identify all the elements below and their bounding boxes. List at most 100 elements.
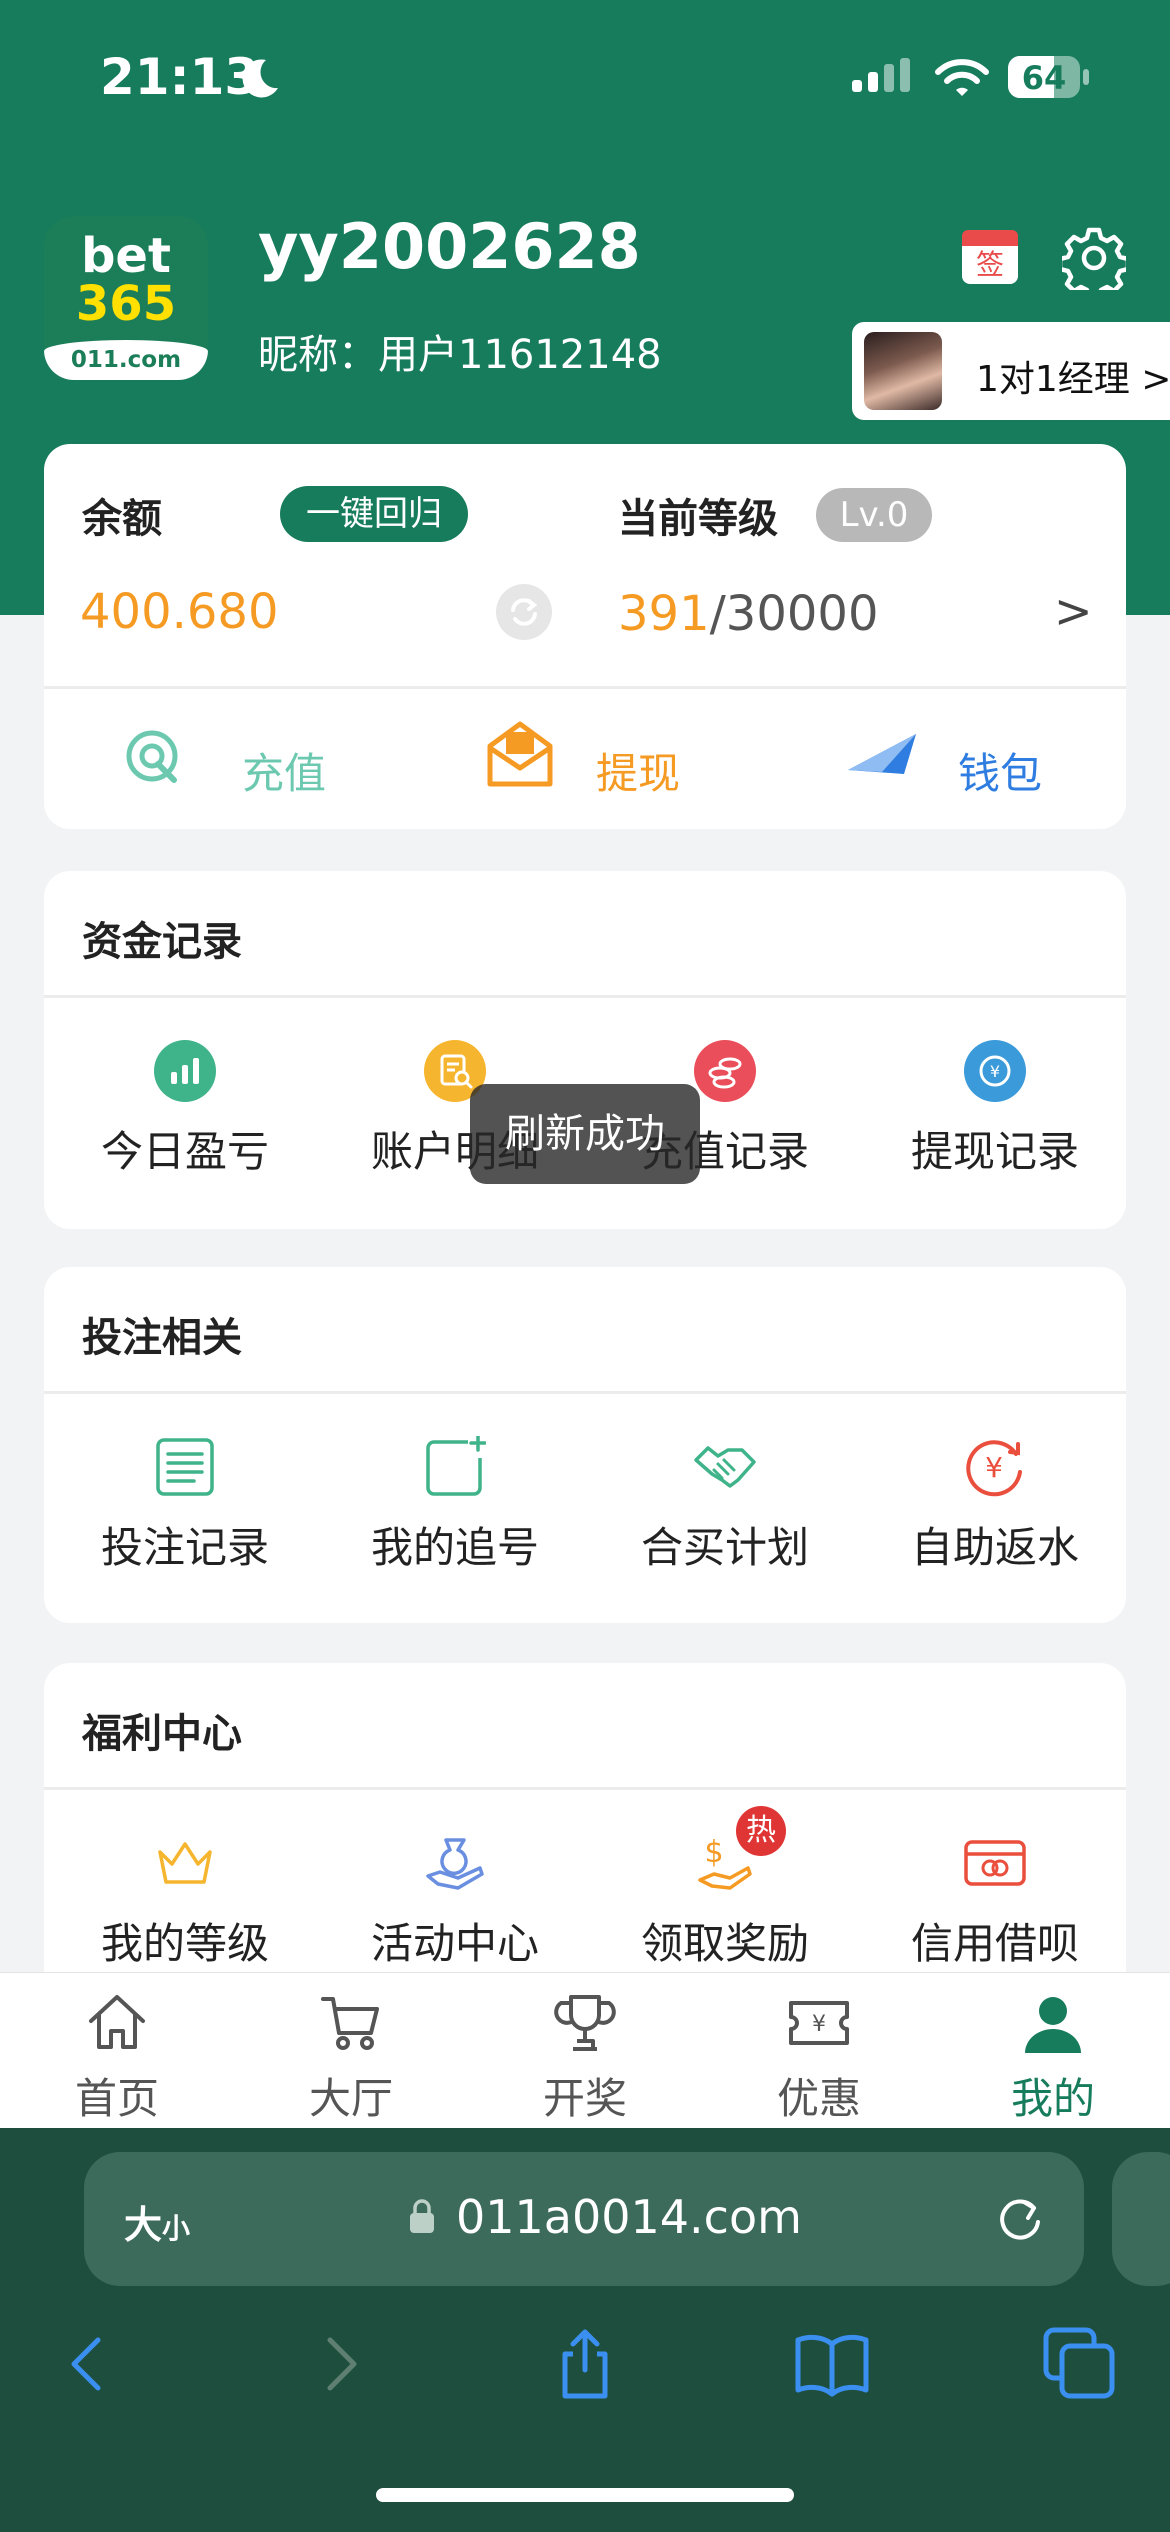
- moon-icon: [242, 59, 278, 98]
- yuan-cycle-icon: ¥: [964, 1040, 1026, 1102]
- item-label: 今日盈亏: [100, 1127, 269, 1176]
- withdraw-label: 提现: [596, 749, 681, 798]
- sign-in-calendar-icon[interactable]: 签: [960, 226, 1020, 286]
- item-label: 信用借呗: [910, 1919, 1079, 1968]
- handshake-icon: [694, 1446, 756, 1488]
- text-size-small: 小: [162, 2212, 191, 2245]
- item-label: 我的追号: [370, 1523, 539, 1572]
- tab-lobby[interactable]: 大厅: [234, 1973, 468, 2129]
- forward-icon[interactable]: [300, 2324, 380, 2404]
- list-icon: [156, 1438, 214, 1496]
- tab-home[interactable]: 首页: [0, 1973, 234, 2129]
- battery-indicator: 64: [1008, 56, 1090, 98]
- item-label: 提现记录: [910, 1127, 1079, 1176]
- activity-center-item[interactable]: 活动中心: [320, 1832, 590, 1992]
- url-text: 011a0014.com: [456, 2190, 802, 2244]
- home-icon: [89, 1995, 145, 2049]
- tab-label: 我的: [1010, 2074, 1095, 2123]
- withdraw-envelope-icon: [487, 721, 553, 787]
- manager-label: 1对1经理 >: [976, 359, 1170, 400]
- section-title: 资金记录: [82, 919, 242, 965]
- deposit-label: 充值: [242, 749, 327, 798]
- browser-toolbar: 大小 011a0014.com: [0, 2128, 1170, 2532]
- my-level-item[interactable]: 我的等级: [50, 1832, 320, 1992]
- deposit-button[interactable]: 充值: [122, 714, 362, 814]
- item-label: 领取奖励: [640, 1919, 809, 1968]
- share-icon[interactable]: [545, 2324, 625, 2404]
- cart-icon: [321, 1997, 379, 2050]
- coins-icon: [694, 1040, 756, 1102]
- credit-card-icon: [964, 1840, 1026, 1886]
- sign-icon-label: 签: [975, 248, 1004, 281]
- trophy-icon: [554, 1995, 616, 2051]
- group-buy-plan-item[interactable]: 合买计划: [590, 1436, 860, 1596]
- tab-mine[interactable]: 我的: [936, 1973, 1170, 2129]
- reload-icon[interactable]: [992, 2192, 1048, 2248]
- manager-avatar: [864, 332, 942, 410]
- tab-label: 大厅: [308, 2074, 393, 2123]
- level-label: 当前等级: [618, 496, 778, 542]
- tab-promotions[interactable]: ¥ 优惠: [702, 1973, 936, 2129]
- text-size-main: 大: [124, 2203, 163, 2247]
- refresh-balance-icon[interactable]: [496, 584, 552, 640]
- svg-text:¥: ¥: [985, 1451, 1003, 1484]
- one-click-recall-button[interactable]: 一键回归: [280, 486, 468, 542]
- withdraw-records-item[interactable]: ¥ 提现记录: [860, 1040, 1130, 1200]
- nickname: 昵称：用户11612148: [258, 332, 662, 378]
- bottom-tab-bar: 首页 大厅 开奖 ¥ 优惠 我的: [0, 1972, 1170, 2129]
- tab-label: 开奖: [542, 2074, 627, 2123]
- balance-label: 余额: [82, 496, 162, 542]
- tabs-icon[interactable]: [1040, 2324, 1120, 2404]
- bookmarks-icon[interactable]: [792, 2324, 872, 2404]
- svg-text:¥: ¥: [812, 2012, 826, 2037]
- my-follow-numbers-item[interactable]: 我的追号: [320, 1436, 590, 1596]
- back-icon[interactable]: [48, 2324, 128, 2404]
- item-label: 合买计划: [640, 1523, 809, 1572]
- svg-text:¥: ¥: [990, 1062, 1000, 1081]
- address-bar[interactable]: 大小 011a0014.com: [84, 2152, 1084, 2286]
- level-detail-arrow[interactable]: >: [1054, 584, 1093, 638]
- crown-icon: [158, 1842, 212, 1884]
- today-profit-loss-item[interactable]: 今日盈亏: [50, 1040, 320, 1200]
- tab-lottery-results[interactable]: 开奖: [468, 1973, 702, 2129]
- app-logo: bet 365 011.com: [44, 216, 208, 380]
- item-label: 自助返水: [910, 1523, 1079, 1572]
- settings-gear-icon[interactable]: [1062, 226, 1126, 290]
- item-label: 投注记录: [100, 1523, 269, 1572]
- section-title: 福利中心: [82, 1711, 242, 1757]
- divider: [44, 686, 1126, 689]
- self-rebate-item[interactable]: ¥ 自助返水: [860, 1436, 1130, 1596]
- personal-manager-button[interactable]: 1对1经理 >: [852, 322, 1170, 420]
- ticket-icon: ¥: [789, 2001, 849, 2045]
- balance-value: 400.680: [80, 584, 279, 640]
- paper-plane-wallet-icon: [848, 734, 916, 774]
- wallet-button[interactable]: 钱包: [846, 714, 1086, 814]
- logo-line-3: 011.com: [44, 340, 208, 380]
- next-tab-peek[interactable]: [1112, 2152, 1170, 2286]
- betting-card: 投注相关 投注记录 我的追号 合买计划 ¥ 自助返水: [44, 1267, 1126, 1623]
- yuan-refresh-icon: ¥: [966, 1440, 1022, 1497]
- home-indicator: [376, 2488, 794, 2502]
- gift-hand-icon: [426, 1838, 484, 1890]
- withdraw-button[interactable]: 提现: [484, 714, 724, 814]
- logo-line-2: 365: [75, 276, 177, 332]
- battery-percent: 64: [1021, 59, 1067, 97]
- text-size-button[interactable]: 大小: [124, 2194, 190, 2249]
- add-square-icon: [426, 1436, 486, 1496]
- lock-icon: [410, 2199, 434, 2233]
- divider: [44, 1391, 1126, 1394]
- divider: [44, 1787, 1126, 1790]
- svg-text:$: $: [704, 1835, 723, 1870]
- deposit-icon: [126, 730, 178, 783]
- claim-reward-item[interactable]: $ 热 领取奖励: [590, 1806, 860, 1992]
- balance-card: 余额 一键回归 当前等级 Lv.0 400.680 391/30000 > 充值…: [44, 444, 1126, 829]
- item-label: 我的等级: [100, 1919, 269, 1968]
- bet-records-item[interactable]: 投注记录: [50, 1436, 320, 1596]
- username: yy2002628: [258, 210, 641, 283]
- credit-loan-item[interactable]: 信用借呗: [860, 1832, 1130, 1992]
- toast-message: 刷新成功: [470, 1084, 700, 1184]
- item-label: 活动中心: [370, 1919, 539, 1968]
- level-progress: 391/30000: [618, 586, 879, 642]
- user-icon: [1025, 1997, 1081, 2053]
- wallet-label: 钱包: [958, 749, 1043, 798]
